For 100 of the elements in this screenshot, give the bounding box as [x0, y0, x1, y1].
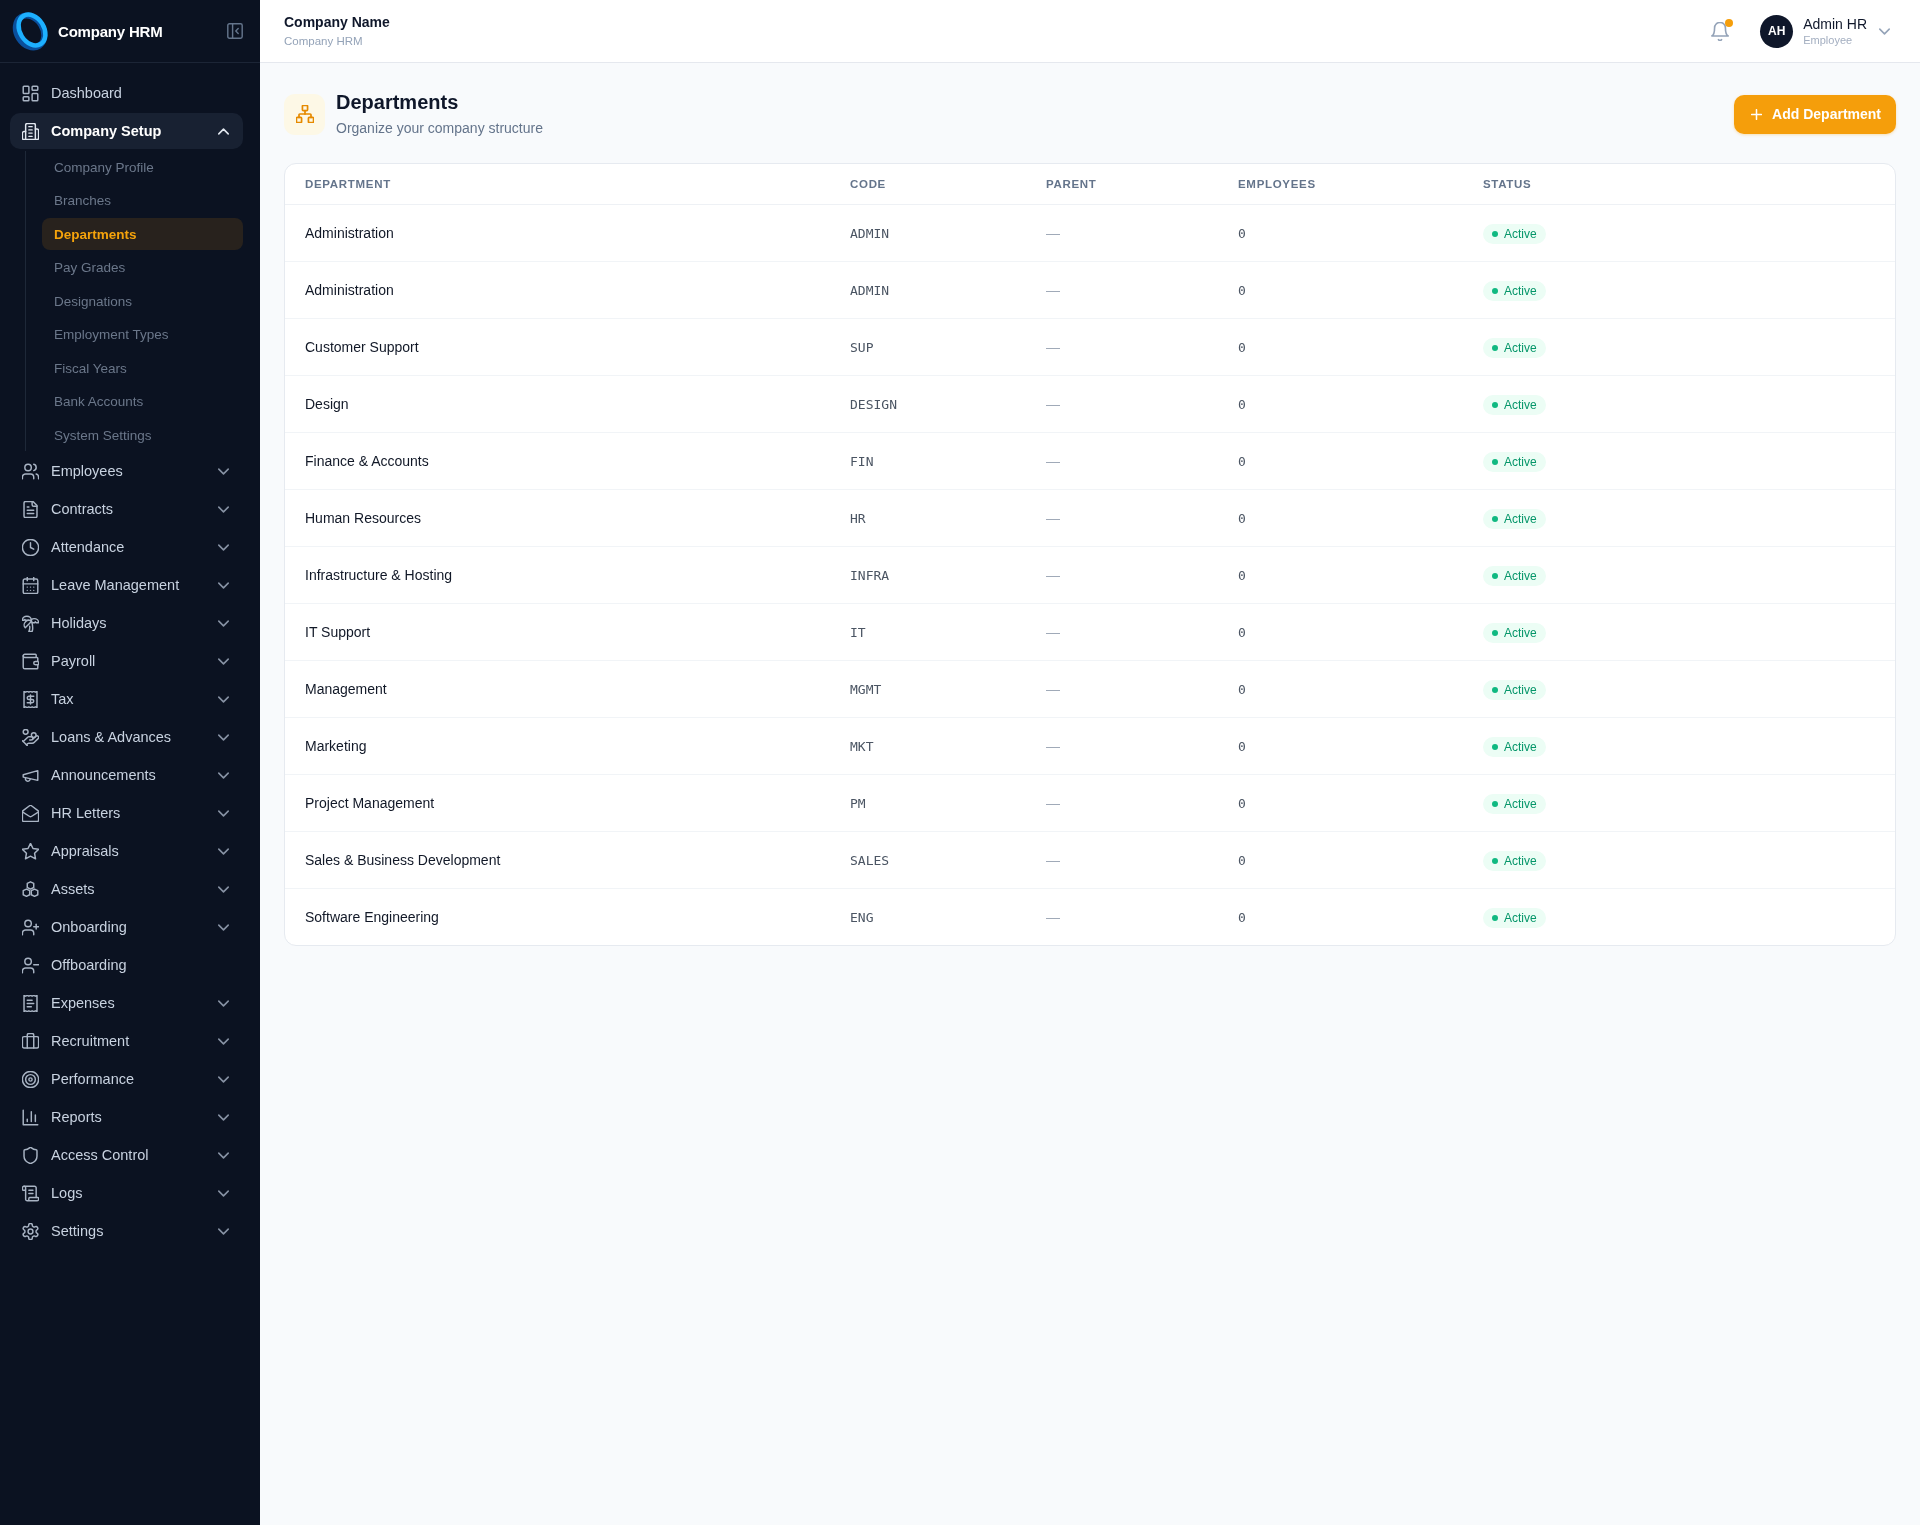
code-cell: MGMT — [830, 660, 1026, 718]
parent-cell: — — [1026, 660, 1218, 718]
status-label: Active — [1504, 455, 1537, 469]
scroll-icon — [22, 1184, 39, 1202]
user-plus-icon — [22, 918, 39, 936]
parent-cell: — — [1026, 204, 1218, 262]
parent-cell: — — [1026, 375, 1218, 433]
settings-icon — [22, 1222, 39, 1240]
company-name: Company Name — [284, 13, 390, 31]
palm-tree-icon — [22, 614, 39, 632]
nav-item[interactable]: Appraisals — [10, 833, 243, 869]
nav-item[interactable]: Performance — [10, 1061, 243, 1097]
code-cell: SUP — [830, 318, 1026, 376]
nav-item[interactable]: Holidays — [10, 605, 243, 641]
nav-item[interactable]: Payroll — [10, 643, 243, 679]
nav-item[interactable]: Settings — [10, 1213, 243, 1249]
plus-icon — [1751, 108, 1763, 120]
parent-cell: — — [1026, 546, 1218, 604]
bell-icon[interactable] — [1711, 21, 1730, 41]
chevron-down-icon[interactable] — [1879, 27, 1890, 35]
nav-item[interactable]: Assets — [10, 871, 243, 907]
nav-item[interactable]: Expenses — [10, 985, 243, 1021]
user-avatar[interactable]: AH — [1760, 14, 1794, 48]
status-label: Active — [1504, 227, 1537, 241]
parent-cell: — — [1026, 318, 1218, 376]
submenu-item[interactable]: System Settings — [42, 419, 243, 451]
code-cell: ADMIN — [830, 204, 1026, 262]
nav-item[interactable]: Employees — [10, 453, 243, 489]
submenu-item[interactable]: Bank Accounts — [42, 385, 243, 418]
department-cell: Project Management — [285, 774, 830, 832]
nav-item[interactable]: Reports — [10, 1099, 243, 1135]
nav-item[interactable]: Access Control — [10, 1137, 243, 1173]
parent-cell: — — [1026, 888, 1218, 945]
status-dot-icon — [1492, 915, 1498, 921]
nav-item[interactable]: Announcements — [10, 757, 243, 793]
submenu-item[interactable]: Branches — [42, 184, 243, 217]
code-cell: SALES — [830, 831, 1026, 889]
nav-item[interactable]: Loans & Advances — [10, 719, 243, 755]
column-header: CODE — [830, 164, 1026, 205]
nav-item[interactable]: HR Letters — [10, 795, 243, 831]
user-role: Employee — [1803, 32, 1854, 47]
department-cell: Management — [285, 660, 830, 718]
department-cell: Administration — [285, 261, 830, 319]
submenu-item[interactable]: Company Profile — [42, 151, 243, 183]
wallet-icon — [22, 652, 39, 670]
department-cell: Human Resources — [285, 489, 830, 547]
nav-item[interactable]: Logs — [10, 1175, 243, 1211]
department-cell: Administration — [285, 204, 830, 262]
department-cell: Marketing — [285, 717, 830, 775]
status-label: Active — [1504, 284, 1537, 298]
status-dot-icon — [1492, 459, 1498, 465]
users-icon — [22, 462, 39, 480]
employee-count-cell: 0 — [1218, 888, 1463, 945]
submenu-item[interactable]: Designations — [42, 285, 243, 317]
code-cell: HR — [830, 489, 1026, 547]
nav-item[interactable]: Offboarding — [10, 947, 243, 983]
brand-name: Company HRM — [58, 22, 163, 40]
nav-item[interactable]: Company Setup — [10, 113, 243, 149]
page-subtitle: Organize your company structure — [336, 119, 543, 138]
dashboard-grid-icon — [22, 84, 39, 102]
status-label: Active — [1504, 626, 1537, 640]
nav-item[interactable]: Dashboard — [10, 75, 243, 111]
employee-count-cell: 0 — [1218, 432, 1463, 490]
submenu-item[interactable]: Fiscal Years — [42, 352, 243, 384]
document-icon — [22, 500, 39, 518]
code-cell: IT — [830, 603, 1026, 661]
employee-count-cell: 0 — [1218, 261, 1463, 319]
user-minus-icon — [22, 956, 39, 974]
nav-item[interactable]: Attendance — [10, 529, 243, 565]
nav-item[interactable]: Contracts — [10, 491, 243, 527]
shield-icon — [22, 1146, 39, 1164]
code-cell: FIN — [830, 432, 1026, 490]
submenu-item[interactable]: Pay Grades — [42, 251, 243, 284]
status-dot-icon — [1492, 858, 1498, 864]
status-dot-icon — [1492, 630, 1498, 636]
panel-left-icon[interactable] — [227, 23, 243, 39]
employee-count-cell: 0 — [1218, 318, 1463, 376]
department-cell: IT Support — [285, 603, 830, 661]
department-cell: Software Engineering — [285, 888, 830, 945]
status-dot-icon — [1492, 345, 1498, 351]
status-dot-icon — [1492, 231, 1498, 237]
code-cell: MKT — [830, 717, 1026, 775]
employee-count-cell: 0 — [1218, 774, 1463, 832]
status-dot-icon — [1492, 573, 1498, 579]
nav-item[interactable]: Onboarding — [10, 909, 243, 945]
status-label: Active — [1504, 854, 1537, 868]
department-cell: Design — [285, 375, 830, 433]
submenu-item[interactable]: Departments — [42, 218, 243, 250]
status-dot-icon — [1492, 744, 1498, 750]
user-name: Admin HR — [1803, 15, 1867, 33]
nav-item[interactable]: Tax — [10, 681, 243, 717]
nav-item[interactable]: Leave Management — [10, 567, 243, 603]
column-header: STATUS — [1463, 164, 1895, 205]
building-icon — [22, 122, 39, 140]
submenu-item[interactable]: Employment Types — [42, 318, 243, 351]
column-header: PARENT — [1026, 164, 1218, 205]
nav-item[interactable]: Recruitment — [10, 1023, 243, 1059]
page-title: Departments — [336, 90, 460, 114]
code-cell: ENG — [830, 888, 1026, 945]
column-header: EMPLOYEES — [1218, 164, 1463, 205]
